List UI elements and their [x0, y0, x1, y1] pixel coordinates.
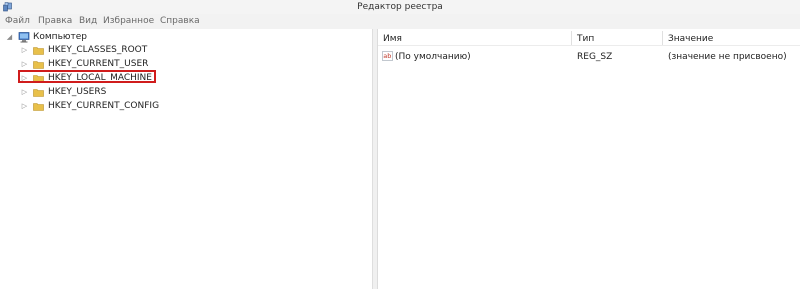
column-separator[interactable] [571, 31, 572, 45]
column-header-value[interactable]: Значение [668, 34, 713, 44]
menu-file[interactable]: Файл [5, 16, 30, 26]
column-separator[interactable] [662, 31, 663, 45]
registry-editor-window: Редактор реестра Файл Правка Вид Избранн… [0, 0, 800, 289]
title-bar: Редактор реестра [0, 0, 800, 14]
computer-icon [18, 32, 30, 43]
value-data: (значение не присвоено) [668, 52, 787, 62]
tree-node-hkey-classes-root[interactable]: ▷ HKEY_CLASSES_ROOT [0, 44, 200, 57]
folder-icon [33, 103, 44, 111]
folder-icon [33, 61, 44, 69]
folder-icon [33, 47, 44, 55]
menu-favorites[interactable]: Избранное [103, 16, 154, 26]
menu-help[interactable]: Справка [160, 16, 200, 26]
folder-icon [33, 89, 44, 97]
tree-node-hkey-current-config[interactable]: ▷ HKEY_CURRENT_CONFIG [0, 100, 200, 113]
highlight-annotation-box [18, 70, 156, 83]
expand-arrow-icon[interactable]: ▷ [21, 44, 28, 57]
svg-text:ab: ab [383, 52, 391, 60]
column-header-type[interactable]: Тип [577, 34, 594, 44]
tree-node-label: HKEY_USERS [48, 87, 107, 97]
tree-node-label: HKEY_CLASSES_ROOT [48, 45, 148, 55]
tree-root-computer[interactable]: ◢ Компьютер [0, 31, 200, 44]
tree-node-label: HKEY_CURRENT_CONFIG [48, 101, 160, 111]
expand-arrow-icon[interactable]: ▷ [21, 100, 28, 113]
menu-edit[interactable]: Правка [38, 16, 72, 26]
tree-node-hkey-users[interactable]: ▷ HKEY_USERS [0, 86, 200, 99]
value-name: (По умолчанию) [395, 52, 471, 62]
header-divider [378, 45, 800, 46]
expand-arrow-icon[interactable]: ▷ [21, 86, 28, 99]
registry-tree-pane[interactable]: ◢ Компьютер ▷ HKEY_CLASSES_ROOT ▷ HKEY_C… [0, 29, 373, 289]
main-content: ◢ Компьютер ▷ HKEY_CLASSES_ROOT ▷ HKEY_C… [0, 29, 800, 289]
collapse-arrow-icon[interactable]: ◢ [6, 31, 13, 44]
tree-root-label: Компьютер [33, 32, 87, 42]
value-type: REG_SZ [577, 52, 613, 62]
menu-view[interactable]: Вид [79, 16, 97, 26]
string-value-icon: ab [382, 51, 393, 61]
window-title: Редактор реестра [357, 2, 443, 12]
values-list-pane[interactable]: Имя Тип Значение ab (По умолчанию) REG_S… [378, 29, 800, 289]
menu-bar: Файл Правка Вид Избранное Справка [0, 14, 800, 28]
column-header-name[interactable]: Имя [383, 34, 402, 44]
